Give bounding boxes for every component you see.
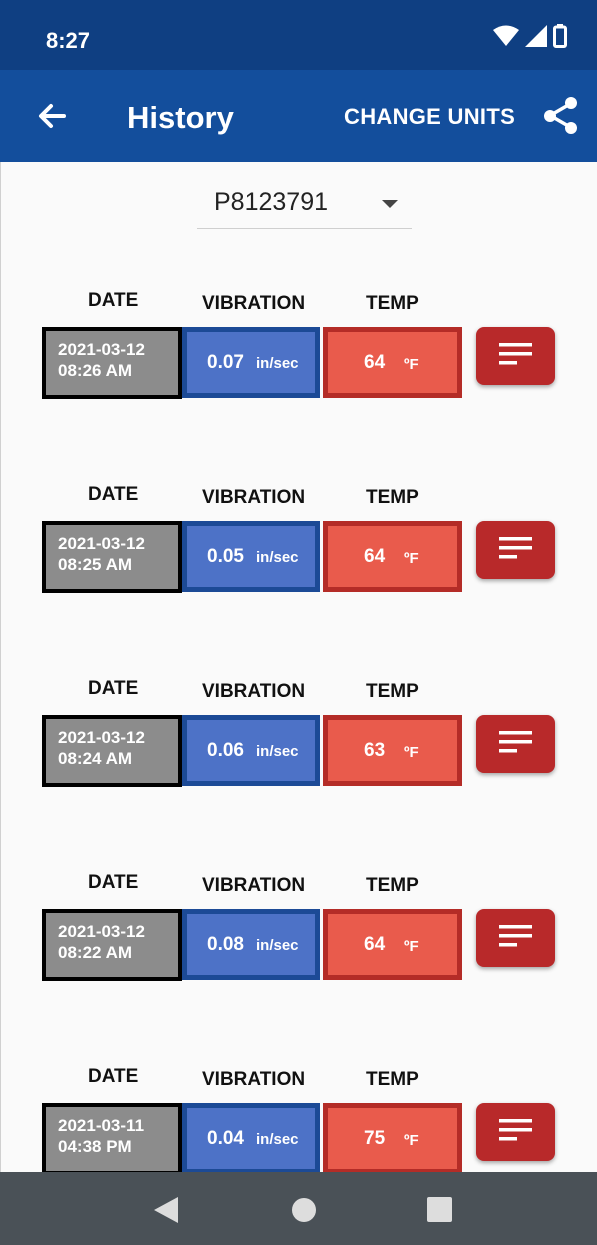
date-cell: 2021-03-12 08:25 AM: [42, 521, 182, 593]
vibration-value: 0.05: [207, 546, 244, 567]
temp-header: TEMP: [366, 1069, 419, 1090]
app-bar: History CHANGE UNITS: [0, 70, 597, 162]
temp-value: 64: [364, 352, 386, 373]
date-cell: 2021-03-11 04:38 PM: [42, 1103, 182, 1172]
vibration-value: 0.07: [207, 352, 244, 373]
record-time: 04:38 PM: [58, 1137, 132, 1156]
record-detail-button[interactable]: [476, 327, 555, 385]
date-cell: 2021-03-12 08:26 AM: [42, 327, 182, 399]
record-date: 2021-03-11: [58, 1116, 145, 1135]
vibration-header: VIBRATION: [202, 1069, 306, 1090]
vibration-header: VIBRATION: [202, 681, 306, 702]
date-header: DATE: [88, 872, 139, 893]
status-icons: [493, 24, 567, 48]
record-time: 08:25 AM: [58, 555, 133, 574]
back-button[interactable]: [32, 96, 72, 136]
notes-icon: [499, 925, 532, 947]
temp-unit: ºF: [404, 744, 419, 761]
history-content[interactable]: P8123791 DATE VIBRATION TEMP 2021-03-12 …: [0, 162, 597, 1172]
temp-cell: 64 ºF: [323, 909, 462, 980]
history-record: DATE VIBRATION TEMP 2021-03-11 04:38 PM …: [1, 1066, 597, 1172]
square-recent-icon[interactable]: [427, 1197, 452, 1222]
record-date: 2021-03-12: [58, 728, 145, 747]
record-time: 08:24 AM: [58, 749, 133, 768]
temp-header: TEMP: [366, 681, 419, 702]
temp-unit: ºF: [404, 938, 419, 955]
status-time: 8:27: [46, 28, 91, 53]
battery-icon: [553, 24, 567, 48]
share-button[interactable]: [540, 95, 582, 137]
vibration-cell: 0.06 in/sec: [182, 715, 320, 786]
history-record: DATE VIBRATION TEMP 2021-03-12 08:24 AM …: [1, 678, 597, 798]
record-detail-button[interactable]: [476, 1103, 555, 1161]
temp-unit: ºF: [404, 1132, 419, 1149]
record-date: 2021-03-12: [58, 922, 145, 941]
vibration-value: 0.06: [207, 740, 244, 761]
history-record: DATE VIBRATION TEMP 2021-03-12 08:25 AM …: [1, 484, 597, 604]
date-header: DATE: [88, 1066, 139, 1087]
vibration-value: 0.04: [207, 1128, 244, 1149]
date-cell: 2021-03-12 08:24 AM: [42, 715, 182, 787]
temp-header: TEMP: [366, 875, 419, 896]
vibration-unit: in/sec: [256, 743, 299, 760]
vibration-cell: 0.04 in/sec: [182, 1103, 320, 1172]
vibration-header: VIBRATION: [202, 487, 306, 508]
vibration-header: VIBRATION: [202, 875, 306, 896]
vibration-unit: in/sec: [256, 937, 299, 954]
record-time: 08:26 AM: [58, 361, 133, 380]
record-detail-button[interactable]: [476, 521, 555, 579]
circle-home-icon[interactable]: [291, 1197, 317, 1223]
temp-value: 63: [364, 740, 386, 761]
temp-header: TEMP: [366, 293, 419, 314]
page-title: History: [127, 100, 234, 135]
wifi-icon: [493, 25, 519, 46]
vibration-header: VIBRATION: [202, 293, 306, 314]
temp-unit: ºF: [404, 356, 419, 373]
caret-down-icon: [382, 200, 398, 208]
device-selector[interactable]: P8123791: [197, 180, 412, 229]
vibration-unit: in/sec: [256, 1131, 299, 1148]
vibration-unit: in/sec: [256, 355, 299, 372]
temp-value: 64: [364, 546, 386, 567]
record-detail-button[interactable]: [476, 715, 555, 773]
arrow-left-icon: [39, 104, 66, 128]
vibration-cell: 0.08 in/sec: [182, 909, 320, 980]
temp-unit: ºF: [404, 550, 419, 567]
system-nav-bar: [0, 1172, 597, 1245]
record-date: 2021-03-12: [58, 534, 145, 553]
notes-icon: [499, 537, 532, 559]
record-detail-button[interactable]: [476, 909, 555, 967]
temp-header: TEMP: [366, 487, 419, 508]
record-time: 08:22 AM: [58, 943, 133, 962]
temp-cell: 64 ºF: [323, 521, 462, 592]
temp-value: 75: [364, 1128, 386, 1149]
date-header: DATE: [88, 484, 139, 505]
status-bar: 8:27: [0, 0, 597, 70]
vibration-cell: 0.05 in/sec: [182, 521, 320, 592]
notes-icon: [499, 1119, 532, 1141]
date-cell: 2021-03-12 08:22 AM: [42, 909, 182, 981]
signal-icon: [525, 25, 547, 47]
history-record: DATE VIBRATION TEMP 2021-03-12 08:22 AM …: [1, 872, 597, 992]
date-header: DATE: [88, 678, 139, 699]
vibration-cell: 0.07 in/sec: [182, 327, 320, 398]
history-record: DATE VIBRATION TEMP 2021-03-12 08:26 AM …: [1, 290, 597, 410]
date-header: DATE: [88, 290, 139, 311]
record-date: 2021-03-12: [58, 340, 145, 359]
temp-cell: 75 ºF: [323, 1103, 462, 1172]
notes-icon: [499, 343, 532, 365]
temp-value: 64: [364, 934, 386, 955]
temp-cell: 63 ºF: [323, 715, 462, 786]
vibration-value: 0.08: [207, 934, 244, 955]
vibration-unit: in/sec: [256, 549, 299, 566]
temp-cell: 64 ºF: [323, 327, 462, 398]
notes-icon: [499, 731, 532, 753]
triangle-back-icon[interactable]: [154, 1197, 178, 1223]
device-selector-value: P8123791: [214, 188, 329, 216]
change-units-button[interactable]: CHANGE UNITS: [344, 104, 515, 130]
share-icon: [544, 97, 577, 134]
